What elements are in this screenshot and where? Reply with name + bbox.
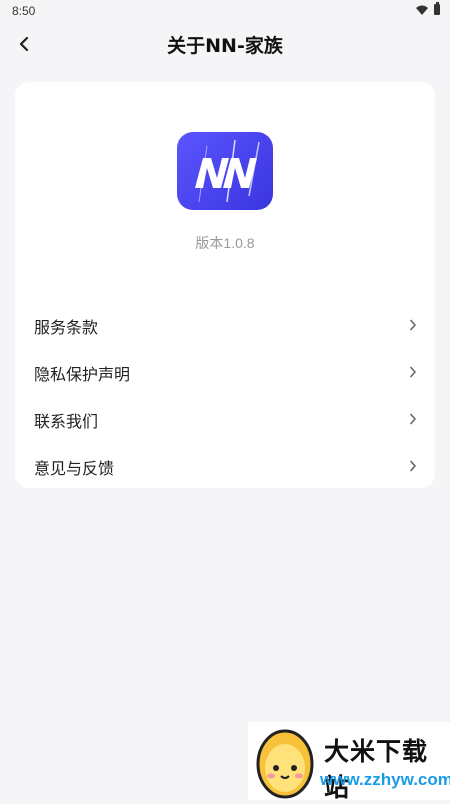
menu-item-label: 服务条款	[34, 317, 99, 337]
status-icons	[416, 2, 440, 15]
mascot-icon	[256, 729, 314, 799]
menu-item-terms[interactable]: 服务条款	[15, 302, 435, 349]
status-bar: 8:50	[0, 0, 450, 22]
status-time: 8:50	[12, 4, 36, 18]
menu-item-contact[interactable]: 联系我们	[15, 396, 435, 443]
battery-icon	[434, 2, 440, 15]
menu-item-label: 意见与反馈	[34, 458, 115, 478]
watermark: 大米下载站 www.zzhyw.com	[248, 722, 450, 802]
version-number: 1.0.8	[223, 235, 255, 251]
wifi-icon	[416, 5, 428, 15]
watermark-title: 大米下载站	[324, 737, 429, 802]
menu-item-label: 隐私保护声明	[34, 364, 131, 384]
top-bar: 关于NN-家族	[0, 22, 450, 66]
page-title: 关于NN-家族	[167, 35, 283, 57]
menu-item-feedback[interactable]: 意见与反馈	[15, 443, 435, 490]
menu-item-label: 联系我们	[34, 411, 99, 431]
settings-menu: 服务条款 隐私保护声明 联系我们 意见与反馈	[15, 302, 435, 490]
chevron-right-icon	[410, 460, 416, 472]
version-text: 版本1.0.8	[15, 233, 435, 253]
about-card: 版本1.0.8 服务条款 隐私保护声明 联系我们 意见与反馈	[15, 82, 435, 488]
chevron-right-icon	[410, 413, 416, 425]
chevron-right-icon	[410, 319, 416, 331]
app-logo	[177, 132, 273, 210]
version-label: 版本	[195, 236, 224, 252]
nn-logo-icon	[195, 139, 260, 203]
watermark-url: www.zzhyw.com	[320, 770, 450, 789]
chevron-right-icon	[410, 366, 416, 378]
menu-item-privacy[interactable]: 隐私保护声明	[15, 349, 435, 396]
